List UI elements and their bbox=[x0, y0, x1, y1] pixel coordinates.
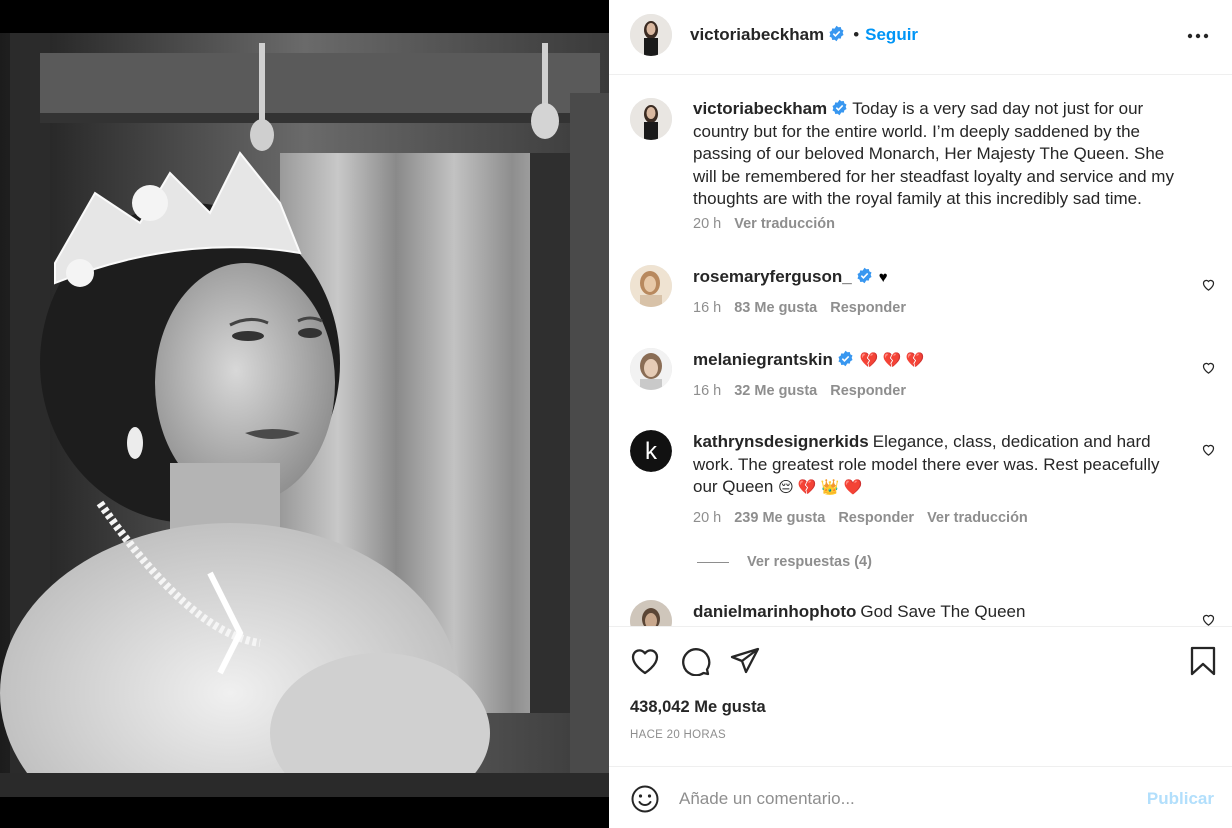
verified-badge-icon bbox=[829, 25, 844, 42]
caption-author-avatar[interactable] bbox=[630, 98, 672, 140]
caption-username[interactable]: victoriabeckham bbox=[693, 99, 827, 118]
header-separator: • bbox=[853, 25, 860, 44]
post-side-panel: victoriabeckham • Seguir victoriabeckham To… bbox=[609, 0, 1232, 828]
comment-bubble-icon[interactable] bbox=[680, 646, 712, 676]
caption-body: victoriabeckham Today is a very sad day n… bbox=[693, 98, 1183, 211]
header-username[interactable]: victoriabeckham bbox=[690, 25, 824, 44]
add-comment-bar: Publicar bbox=[609, 766, 1232, 828]
instagram-post-modal: victoriabeckham • Seguir victoriabeckham To… bbox=[0, 0, 1232, 828]
comment-emoji: 😔 💔 👑 ❤️ bbox=[778, 479, 863, 496]
comment-username[interactable]: melaniegrantskin bbox=[693, 350, 833, 369]
verified-badge-icon bbox=[832, 99, 847, 116]
comment-emoji: ♥ bbox=[878, 269, 888, 286]
comment-username[interactable]: rosemaryferguson_ bbox=[693, 267, 852, 286]
bookmark-icon[interactable] bbox=[1187, 646, 1219, 676]
commenter-avatar[interactable] bbox=[630, 265, 672, 307]
comment-meta: 20 h 239 Me gusta Responder Ver traducción bbox=[693, 510, 1041, 526]
reply-button[interactable]: Responder bbox=[838, 510, 914, 526]
commenter-avatar[interactable]: k bbox=[630, 430, 672, 472]
commenter-avatar[interactable] bbox=[630, 600, 672, 626]
paper-plane-icon[interactable] bbox=[729, 646, 761, 676]
comment-body: kathrynsdesignerkids Elegance, class, ded… bbox=[693, 431, 1183, 500]
comment-username[interactable]: danielmarinhophoto bbox=[693, 602, 856, 621]
likes-count[interactable]: 438,042 Me gusta bbox=[630, 698, 766, 717]
post-photo[interactable] bbox=[0, 33, 609, 797]
comments-list[interactable]: victoriabeckham Today is a very sad day n… bbox=[609, 76, 1232, 626]
post-timestamp[interactable]: HACE 20 HORAS bbox=[630, 729, 726, 741]
replies-divider-line bbox=[697, 561, 729, 563]
comment-meta: 16 h 32 Me gusta Responder bbox=[693, 383, 919, 399]
comment-likes[interactable]: 32 Me gusta bbox=[734, 383, 817, 399]
post-header: victoriabeckham • Seguir bbox=[609, 0, 1232, 75]
comment-time[interactable]: 20 h bbox=[693, 510, 721, 526]
comment-body: danielmarinhophoto God Save The Queen bbox=[693, 601, 1183, 624]
comment-likes[interactable]: 239 Me gusta bbox=[734, 510, 825, 526]
svg-text:k: k bbox=[645, 438, 658, 465]
commenter-avatar[interactable] bbox=[630, 348, 672, 390]
comment-like-heart-icon[interactable] bbox=[1201, 360, 1216, 375]
view-replies-label: Ver respuestas (4) bbox=[747, 554, 872, 570]
comment-meta: 16 h 83 Me gusta Responder bbox=[693, 300, 919, 316]
reply-button[interactable]: Responder bbox=[830, 300, 906, 316]
comment-input[interactable] bbox=[679, 786, 1119, 812]
comment-like-heart-icon[interactable] bbox=[1201, 612, 1216, 626]
reply-button[interactable]: Responder bbox=[830, 383, 906, 399]
caption-translate-link[interactable]: Ver traducción bbox=[734, 216, 835, 232]
comment-translate-link[interactable]: Ver traducción bbox=[927, 510, 1028, 526]
caption-meta: 20 h Ver traducción bbox=[693, 216, 848, 232]
comment-like-heart-icon[interactable] bbox=[1201, 442, 1216, 457]
author-avatar[interactable] bbox=[630, 14, 672, 56]
comment-body: melaniegrantskin 💔 💔 💔 bbox=[693, 349, 1183, 373]
post-actions bbox=[609, 626, 1232, 766]
publish-button[interactable]: Publicar bbox=[1147, 789, 1214, 809]
comment-text: God Save The Queen bbox=[860, 602, 1026, 621]
comment-time[interactable]: 16 h bbox=[693, 300, 721, 316]
view-replies-button[interactable]: Ver respuestas (4) bbox=[697, 554, 872, 570]
comment-like-heart-icon[interactable] bbox=[1201, 277, 1216, 292]
comment-time[interactable]: 16 h bbox=[693, 383, 721, 399]
comment-body: rosemaryferguson_ ♥ bbox=[693, 266, 1183, 290]
comment-likes[interactable]: 83 Me gusta bbox=[734, 300, 817, 316]
comment-username[interactable]: kathrynsdesignerkids bbox=[693, 432, 869, 451]
post-media-area bbox=[0, 0, 609, 828]
header-author-line: victoriabeckham • Seguir bbox=[690, 25, 918, 45]
heart-icon[interactable] bbox=[629, 646, 661, 676]
comment-emoji: 💔 💔 💔 bbox=[859, 352, 925, 369]
follow-button[interactable]: Seguir bbox=[865, 25, 918, 44]
verified-badge-icon bbox=[838, 350, 853, 367]
caption-time[interactable]: 20 h bbox=[693, 216, 721, 232]
smiley-icon[interactable] bbox=[630, 784, 660, 814]
verified-badge-icon bbox=[857, 267, 872, 284]
ellipsis-icon[interactable] bbox=[1186, 26, 1210, 46]
